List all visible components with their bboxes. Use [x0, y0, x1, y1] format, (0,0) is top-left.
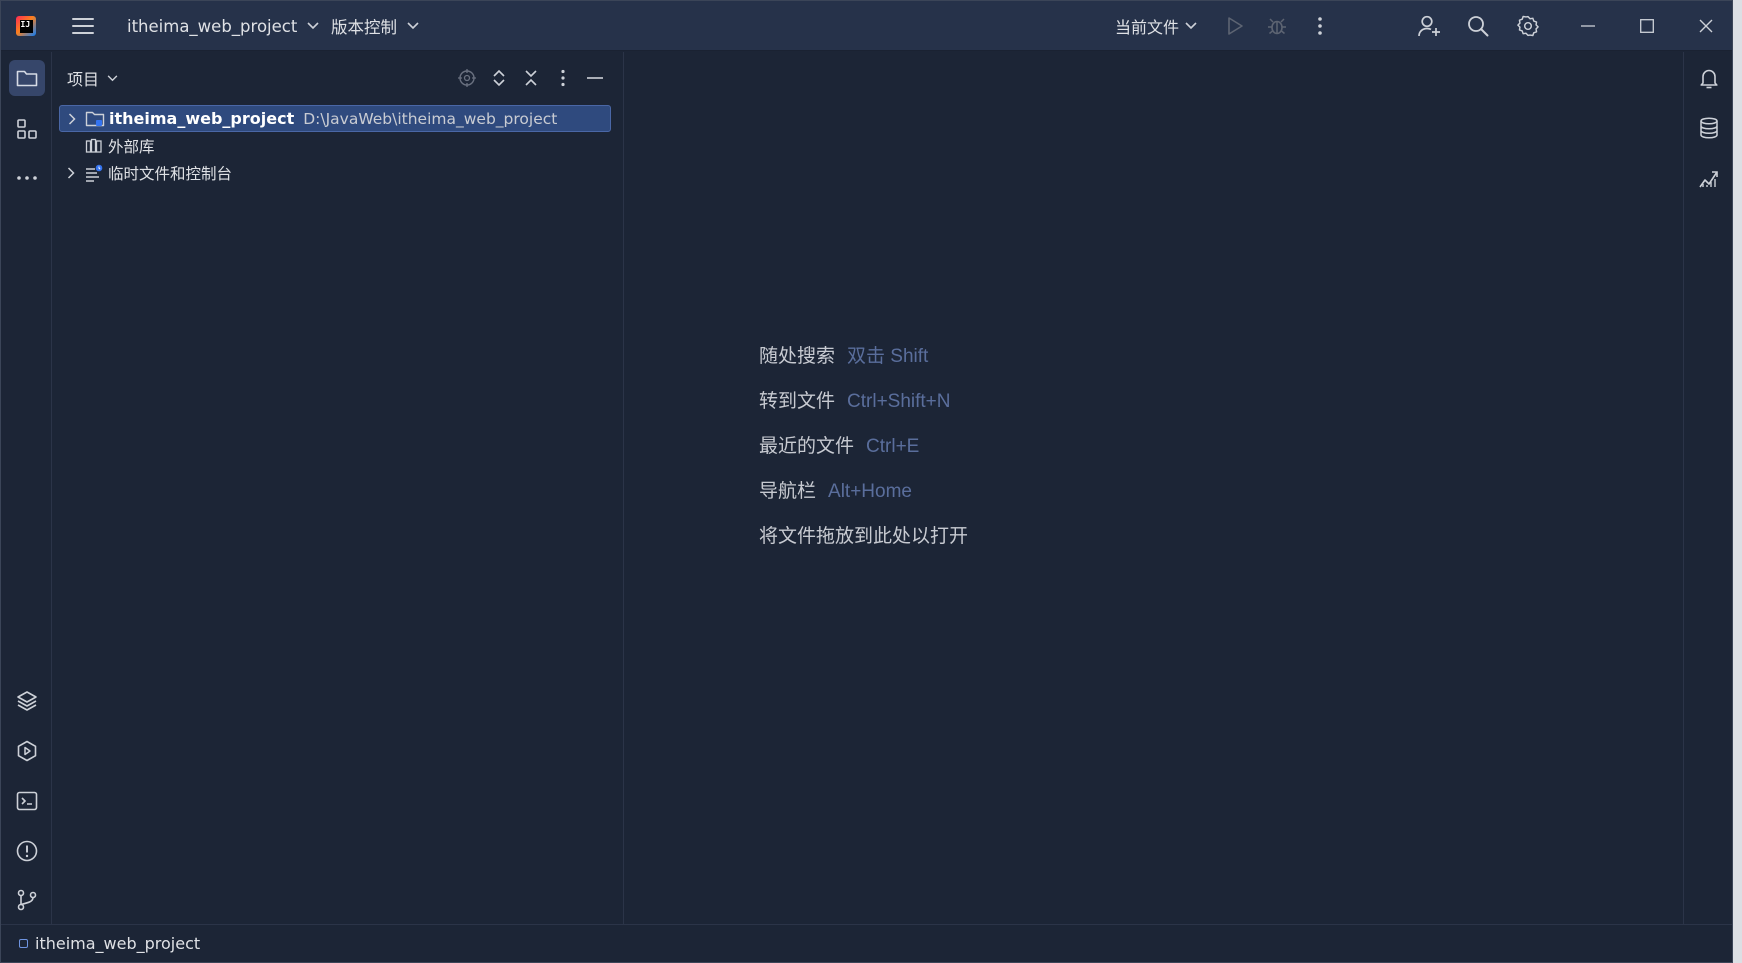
expand-all-icon[interactable]: [485, 64, 513, 92]
hint-navigation-bar: 导航栏 Alt+Home: [759, 476, 912, 503]
status-breadcrumb[interactable]: itheima_web_project: [35, 934, 200, 953]
hint-shortcut: 双击 Shift: [847, 346, 929, 367]
hint-drop-files: 将文件拖放到此处以打开: [759, 521, 968, 548]
panel-options-icon[interactable]: [549, 64, 577, 92]
tree-node-external-libraries[interactable]: 外部库: [59, 132, 611, 159]
library-icon: [83, 136, 105, 156]
status-bar: itheima_web_project: [1, 924, 1732, 962]
intellij-logo-icon[interactable]: IJ: [13, 1, 39, 51]
project-folder-icon[interactable]: [9, 60, 45, 96]
scratches-label: 临时文件和控制台: [108, 164, 233, 183]
module-square-icon: [19, 939, 28, 948]
hint-shortcut: Ctrl+E: [866, 436, 920, 457]
hint-recent-files: 最近的文件 Ctrl+E: [759, 431, 919, 458]
locate-file-icon[interactable]: [453, 64, 481, 92]
collapse-all-icon[interactable]: [517, 64, 545, 92]
right-tool-strip: [1683, 52, 1732, 924]
logo-text: IJ: [19, 19, 33, 33]
left-tool-strip: [1, 52, 52, 924]
hint-label: 导航栏: [759, 480, 817, 502]
project-tree: itheima_web_project D:\JavaWeb\itheima_w…: [59, 105, 611, 186]
hint-label: 最近的文件: [759, 435, 855, 457]
chevron-down-icon: [407, 22, 419, 30]
profiler-chart-icon[interactable]: [1691, 160, 1727, 196]
hint-go-to-file: 转到文件 Ctrl+Shift+N: [759, 386, 951, 413]
project-name: itheima_web_project: [127, 16, 298, 36]
hint-label: 随处搜索: [759, 345, 836, 367]
ide-window: IJ itheima_web_project 版本控制 当前文件 项目 ithe…: [0, 0, 1733, 963]
hint-search-everywhere: 随处搜索 双击 Shift: [759, 341, 928, 368]
project-panel-title: 项目: [67, 70, 100, 89]
project-panel: 项目 itheima_web_project D:\JavaWeb\itheim…: [53, 52, 624, 924]
run-config-dropdown[interactable]: 当前文件: [1107, 1, 1205, 51]
project-root-name: itheima_web_project: [109, 109, 295, 128]
chevron-right-icon[interactable]: [61, 163, 81, 183]
chevron-down-icon: [1185, 22, 1197, 30]
module-folder-icon: [84, 109, 106, 129]
scratches-icon: [83, 163, 105, 183]
chevron-down-icon: [107, 74, 118, 81]
run-icon[interactable]: [1214, 1, 1256, 51]
debug-icon[interactable]: [1256, 1, 1298, 51]
layers-icon[interactable]: [9, 683, 45, 719]
external-libraries-label: 外部库: [108, 137, 155, 156]
hide-panel-icon[interactable]: [581, 64, 609, 92]
project-dropdown[interactable]: itheima_web_project: [119, 1, 327, 51]
search-icon[interactable]: [1457, 1, 1499, 51]
services-run-icon[interactable]: [9, 733, 45, 769]
project-view-selector[interactable]: 项目: [67, 52, 118, 104]
project-panel-header: 项目: [53, 52, 623, 104]
project-root-path: D:\JavaWeb\itheima_web_project: [303, 109, 558, 128]
minimize-icon[interactable]: [1566, 1, 1610, 51]
structure-icon[interactable]: [9, 111, 45, 147]
chevron-right-icon[interactable]: [62, 109, 82, 129]
notifications-bell-icon[interactable]: [1691, 60, 1727, 96]
hint-label: 转到文件: [759, 390, 836, 412]
add-user-icon[interactable]: [1408, 1, 1450, 51]
database-icon[interactable]: [1691, 110, 1727, 146]
tree-node-scratches[interactable]: 临时文件和控制台: [59, 159, 611, 186]
close-icon[interactable]: [1684, 1, 1728, 51]
vcs-label: 版本控制: [331, 18, 397, 37]
editor-empty-area[interactable]: 随处搜索 双击 Shift 转到文件 Ctrl+Shift+N 最近的文件 Ctrl+…: [625, 52, 1682, 924]
terminal-icon[interactable]: [9, 783, 45, 819]
tree-node-project-root[interactable]: itheima_web_project D:\JavaWeb\itheima_w…: [59, 105, 611, 132]
settings-gear-icon[interactable]: [1507, 1, 1549, 51]
problems-icon[interactable]: [9, 833, 45, 869]
hint-label: 将文件拖放到此处以打开: [759, 525, 969, 547]
run-config-label: 当前文件: [1115, 18, 1180, 37]
vcs-dropdown[interactable]: 版本控制: [323, 1, 427, 51]
title-bar: IJ itheima_web_project 版本控制 当前文件: [1, 1, 1732, 51]
chevron-down-icon: [307, 22, 319, 30]
main-menu-icon[interactable]: [63, 1, 103, 51]
hint-shortcut: Alt+Home: [828, 481, 912, 502]
more-actions-icon[interactable]: [1299, 1, 1341, 51]
more-tool-windows-icon[interactable]: [9, 160, 45, 196]
hint-shortcut: Ctrl+Shift+N: [847, 391, 951, 412]
maximize-icon[interactable]: [1625, 1, 1669, 51]
git-branch-icon[interactable]: [9, 882, 45, 918]
